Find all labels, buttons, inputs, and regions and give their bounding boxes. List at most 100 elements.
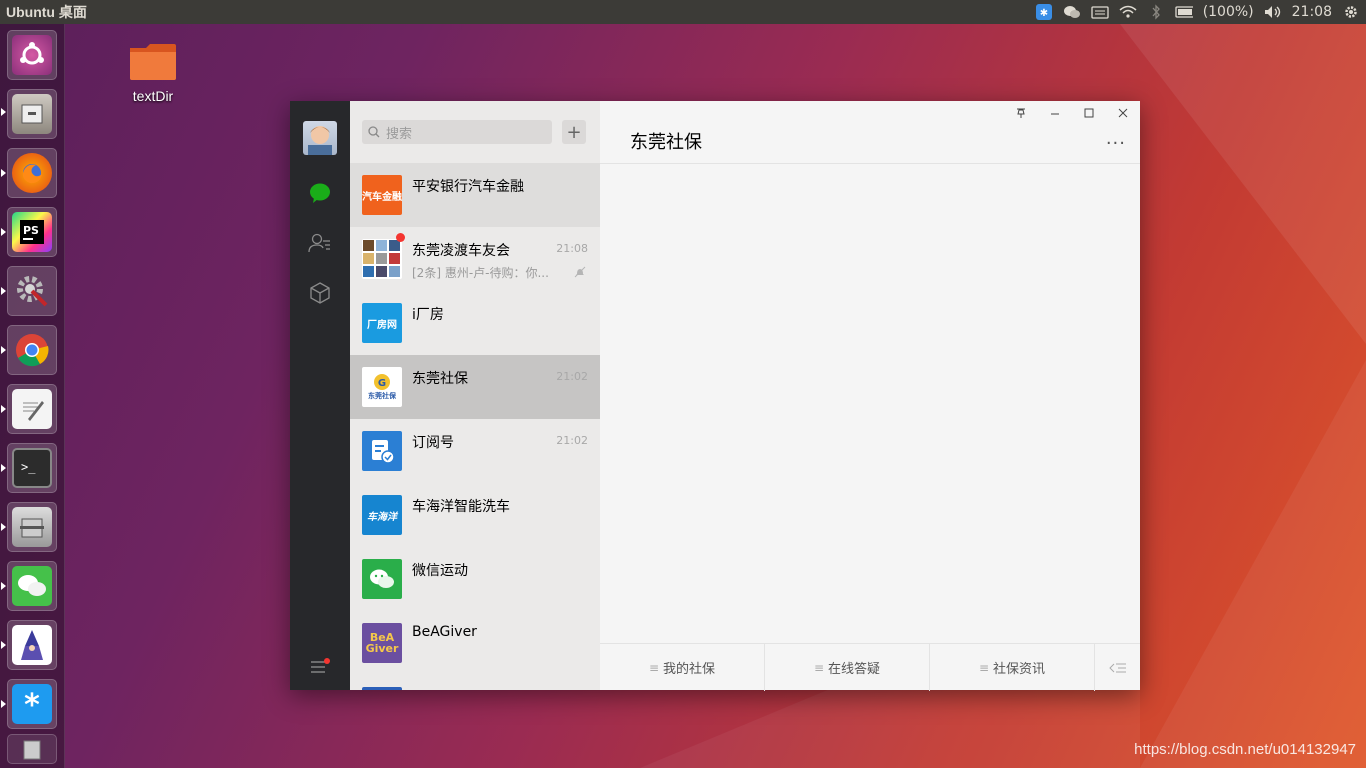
bluetooth-icon[interactable]	[1147, 4, 1165, 20]
wechat-tray-icon[interactable]	[1063, 4, 1081, 20]
add-button[interactable]: +	[562, 120, 586, 144]
search-placeholder: 搜索	[386, 126, 413, 142]
gear-icon[interactable]	[1342, 4, 1360, 20]
chrome-icon	[12, 330, 52, 370]
list-icon: ≡	[813, 660, 825, 675]
launcher-trash-button[interactable]	[7, 734, 57, 764]
clock[interactable]: 21:08	[1292, 4, 1332, 20]
wifi-icon[interactable]	[1119, 4, 1137, 20]
chat-item[interactable]: 车海洋 车海洋智能洗车	[350, 483, 600, 547]
maximize-icon[interactable]	[1079, 107, 1099, 123]
svg-text:>_: >_	[21, 460, 36, 474]
menu-label: 我的社保	[663, 662, 716, 677]
chat-item-partial[interactable]	[350, 675, 600, 690]
volume-icon[interactable]	[1264, 4, 1282, 20]
battery-icon[interactable]	[1175, 4, 1193, 20]
chat-logo	[362, 687, 402, 690]
archive-manager-icon	[12, 507, 52, 547]
launcher-appstore-button[interactable]: *	[7, 679, 57, 729]
chat-item[interactable]: 汽车金融 平安银行汽车金融	[350, 163, 600, 227]
svg-text:*: *	[24, 690, 40, 718]
close-icon[interactable]	[1113, 107, 1133, 123]
launcher-files-button[interactable]	[7, 89, 57, 139]
chat-item[interactable]: BeA Giver BeAGiver	[350, 611, 600, 675]
avatar[interactable]	[303, 121, 337, 155]
chat-logo: 厂房网	[362, 303, 402, 343]
wechat-nav-rail	[290, 101, 350, 690]
keyboard-switch-icon	[1108, 663, 1126, 672]
chat-name: 订阅号	[412, 435, 454, 451]
folder-icon	[130, 44, 176, 80]
chat-item[interactable]: 东莞凌渡车友会 21:08 [2条] 惠州-卢-待购：你...	[350, 227, 600, 291]
launcher-pycharm-button[interactable]: PS	[7, 207, 57, 257]
minimize-icon[interactable]	[1045, 107, 1065, 123]
launcher: PS >_ *	[0, 24, 65, 768]
chat-logo: BeA Giver	[362, 623, 402, 663]
chat-name: i厂房	[412, 307, 444, 323]
switch-to-input-button[interactable]	[1095, 644, 1140, 691]
trash-icon	[12, 736, 52, 762]
pin-icon[interactable]	[1011, 107, 1031, 123]
desktop-folder[interactable]: textDir	[122, 40, 184, 104]
svg-text:✱: ✱	[1039, 8, 1047, 19]
launcher-chrome-button[interactable]	[7, 325, 57, 375]
search-input[interactable]: 搜索	[362, 120, 552, 144]
file-cabinet-icon	[12, 94, 52, 134]
menu-icon[interactable]	[308, 655, 332, 679]
list-icon: ≡	[648, 660, 660, 675]
launcher-wechat-button[interactable]	[7, 561, 57, 611]
group-avatar-icon	[362, 239, 402, 279]
svg-text:PS: PS	[23, 224, 39, 237]
desktop-folder-label: textDir	[132, 88, 174, 104]
launcher-settings-button[interactable]	[7, 266, 57, 316]
chat-item[interactable]: 厂房网 i厂房	[350, 291, 600, 355]
chat-time: 21:02	[556, 434, 588, 447]
mute-bell-icon	[574, 266, 586, 278]
chat-bubble-icon[interactable]	[308, 181, 332, 205]
keyboard-icon[interactable]	[1091, 4, 1109, 20]
menu-label: 在线答疑	[828, 662, 881, 677]
menu-my-shebao[interactable]: ≡ 我的社保	[600, 644, 765, 691]
battery-percent: (100%)	[1202, 4, 1254, 20]
terminal-icon: >_	[12, 448, 52, 488]
chat-panel: 东莞社保 ··· ≡ 我的社保 ≡ 在线答疑 ≡ 社保资讯	[600, 101, 1140, 691]
subscription-icon	[362, 431, 402, 471]
asterisk-app-icon: *	[12, 684, 52, 724]
chat-name: BeAGiver	[412, 624, 477, 640]
more-options-button[interactable]: ···	[1106, 133, 1126, 154]
chat-item[interactable]: 微信运动	[350, 547, 600, 611]
text-editor-icon	[12, 389, 52, 429]
menu-online-qa[interactable]: ≡ 在线答疑	[765, 644, 930, 691]
chat-name: 东莞凌渡车友会	[412, 243, 510, 259]
launcher-wine-button[interactable]	[7, 620, 57, 670]
wechat-window: 搜索 + 汽车金融 平安银行汽车金融 东莞凌渡车友会 21:08 [2条] 惠州…	[290, 101, 1140, 691]
launcher-dash-button[interactable]	[7, 30, 57, 80]
chat-header: 东莞社保 ···	[600, 101, 1140, 164]
launcher-terminal-button[interactable]: >_	[7, 443, 57, 493]
chat-name: 东莞社保	[412, 371, 468, 387]
top-panel: Ubuntu 桌面 ✱ (100%) 21:08	[0, 0, 1366, 24]
watermark-url: https://blog.csdn.net/u014132947	[1134, 741, 1356, 758]
launcher-archive-button[interactable]	[7, 502, 57, 552]
input-method-icon[interactable]: ✱	[1035, 4, 1053, 20]
chat-name: 车海洋智能洗车	[412, 499, 510, 515]
wallpaper-facet	[1140, 360, 1366, 768]
launcher-text-editor-button[interactable]	[7, 384, 57, 434]
box-icon[interactable]	[308, 281, 332, 305]
menu-label: 社保资讯	[993, 662, 1046, 677]
chat-logo: 车海洋	[362, 495, 402, 535]
svg-text:G: G	[378, 378, 386, 389]
menu-shebao-news[interactable]: ≡ 社保资讯	[930, 644, 1095, 691]
firefox-icon	[12, 153, 52, 193]
search-row: 搜索 +	[350, 101, 600, 163]
launcher-firefox-button[interactable]	[7, 148, 57, 198]
desktop-title: Ubuntu 桌面	[6, 4, 87, 20]
chat-name: 微信运动	[412, 563, 468, 579]
contacts-icon[interactable]	[308, 231, 332, 255]
wechat-sport-icon	[362, 559, 402, 599]
chat-item-selected[interactable]: G 东莞社保 东莞社保 21:02	[350, 355, 600, 419]
chat-item[interactable]: 订阅号 21:02	[350, 419, 600, 483]
system-tray: ✱ (100%) 21:08	[1035, 4, 1360, 20]
chat-time: 21:08	[556, 242, 588, 255]
chat-time: 21:02	[556, 370, 588, 383]
